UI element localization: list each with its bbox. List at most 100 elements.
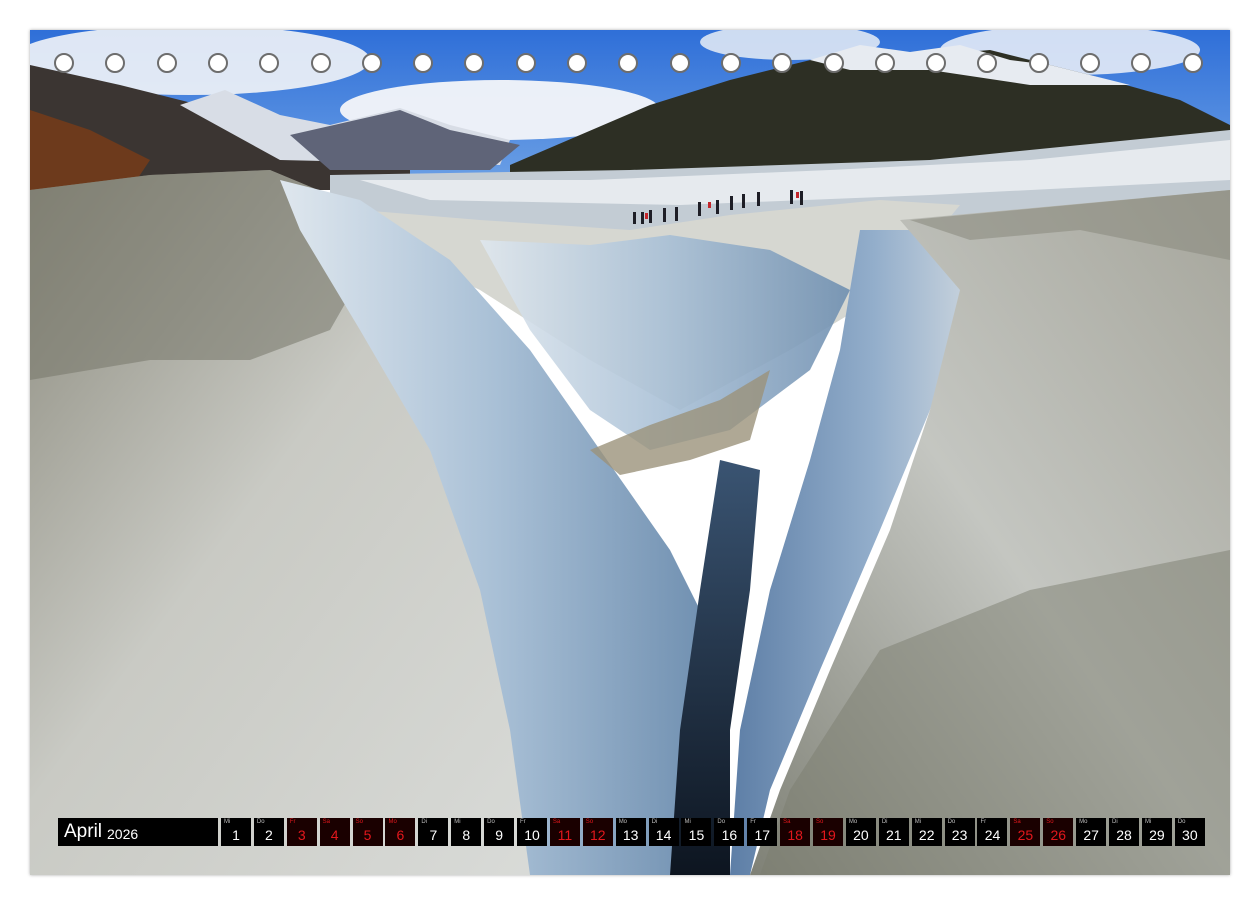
weekday-abbrev: Mo [388,819,397,825]
day-cell: Sa 4 [319,818,350,846]
weekday-abbrev: So [585,819,594,825]
binding-hole [823,53,844,73]
day-cell: Mi 22 [911,818,942,846]
day-number: 23 [951,827,968,843]
day-number: 28 [1116,827,1132,843]
year: 2026 [107,825,139,842]
day-cell: Mi 8 [451,818,482,846]
weekday-abbrev: Mo [618,819,628,825]
weekday-abbrev: So [355,819,363,825]
binding-hole [310,53,331,73]
binding-hole [926,53,947,73]
day-cells: Mi 1 Do 2 Fr 3 Sa 4 So 5 Mo 6 Di 7 Mi 8 Do 9 Fr 10 Sa 11 So 12 M… [221,818,1208,846]
weekday-abbrev: Fr [520,819,526,825]
binding-hole [720,53,741,73]
day-number: 20 [853,827,869,843]
weekday-abbrev: So [816,819,824,825]
weekday-abbrev: Do [1177,819,1186,825]
calendar-strip: April 2026 Mi 1 Do 2 Fr 3 Sa 4 So 5 Mo 6 Di 7 Mi 8 Do 9 Fr… [58,818,1208,846]
day-cell: Di 14 [648,818,679,846]
weekday-abbrev: Mi [1144,819,1152,825]
day-cell: Do 23 [944,818,975,846]
weekday-abbrev: Mi [684,819,691,825]
day-number: 10 [524,827,540,843]
day-number: 18 [787,827,803,843]
weekday-abbrev: Mo [848,819,858,825]
day-cell: Fr 24 [977,818,1008,846]
day-number: 25 [1017,827,1034,843]
weekday-abbrev: So [1046,819,1054,825]
weekday-abbrev: Mi [914,819,922,825]
day-cell: Mo 20 [845,818,876,846]
day-cell: So 26 [1043,818,1074,846]
binding-hole [874,53,895,73]
day-number: 2 [264,827,273,843]
calendar-page: April 2026 Mi 1 Do 2 Fr 3 Sa 4 So 5 Mo 6 Di 7 Mi 8 Do 9 Fr… [30,30,1230,875]
day-number: 8 [462,827,471,843]
binding-holes [30,53,1230,79]
binding-hole [977,53,998,73]
day-number: 14 [655,827,672,843]
glacier-photo [30,30,1230,875]
day-number: 6 [396,827,405,843]
day-number: 12 [590,827,606,843]
weekday-abbrev: Do [256,819,265,825]
day-cell: So 19 [813,818,844,846]
binding-hole [669,53,690,73]
day-number: 4 [330,827,339,843]
day-number: 7 [429,827,438,843]
weekday-abbrev: Fr [980,819,987,825]
day-cell: Mi 15 [681,818,712,846]
binding-hole [1182,53,1203,73]
day-number: 1 [232,827,240,843]
day-cell: Do 2 [253,818,284,846]
weekday-abbrev: Sa [322,819,331,825]
day-number: 13 [622,827,639,843]
binding-hole [1028,53,1049,73]
binding-hole [207,53,228,73]
binding-hole [1131,53,1152,73]
day-number: 21 [886,827,902,843]
binding-hole [413,53,434,73]
binding-hole [464,53,485,73]
day-cell: Mi 1 [221,818,251,846]
weekday-abbrev: Do [487,819,495,825]
day-number: 11 [557,827,573,843]
weekday-abbrev: Do [947,819,956,825]
weekday-abbrev: Fr [289,819,296,825]
weekday-abbrev: Sa [783,819,791,825]
day-number: 17 [754,827,771,843]
day-number: 19 [820,827,836,843]
day-number: 15 [688,827,705,843]
binding-hole [361,53,382,73]
day-cell: Fr 10 [517,818,548,846]
weekday-abbrev: Do [717,819,726,825]
day-cell: Di 7 [418,818,449,846]
day-cell: Mi 29 [1141,818,1172,846]
day-cell: Do 30 [1174,818,1205,846]
day-cell: Di 21 [878,818,909,846]
binding-hole [567,53,587,73]
day-number: 5 [363,827,372,843]
binding-hole [54,53,74,73]
day-number: 16 [721,827,738,843]
binding-hole [1080,53,1100,73]
day-number: 24 [984,827,1001,843]
day-cell: Fr 17 [747,818,778,846]
weekday-abbrev: Sa [552,819,561,825]
day-cell: Di 28 [1109,818,1140,846]
month-label: April 2026 [58,818,218,846]
day-cell: So 5 [352,818,383,846]
day-cell: Mo 27 [1076,818,1107,846]
day-number: 30 [1182,827,1198,843]
day-number: 3 [297,827,306,843]
binding-hole [515,53,536,73]
weekday-abbrev: Mi [224,819,231,825]
day-cell: Sa 25 [1010,818,1041,846]
weekday-abbrev: Di [881,819,888,825]
weekday-abbrev: Di [421,819,428,825]
weekday-abbrev: Mo [1079,819,1088,825]
day-number: 22 [918,827,935,843]
binding-hole [259,53,280,73]
day-number: 27 [1083,827,1099,843]
